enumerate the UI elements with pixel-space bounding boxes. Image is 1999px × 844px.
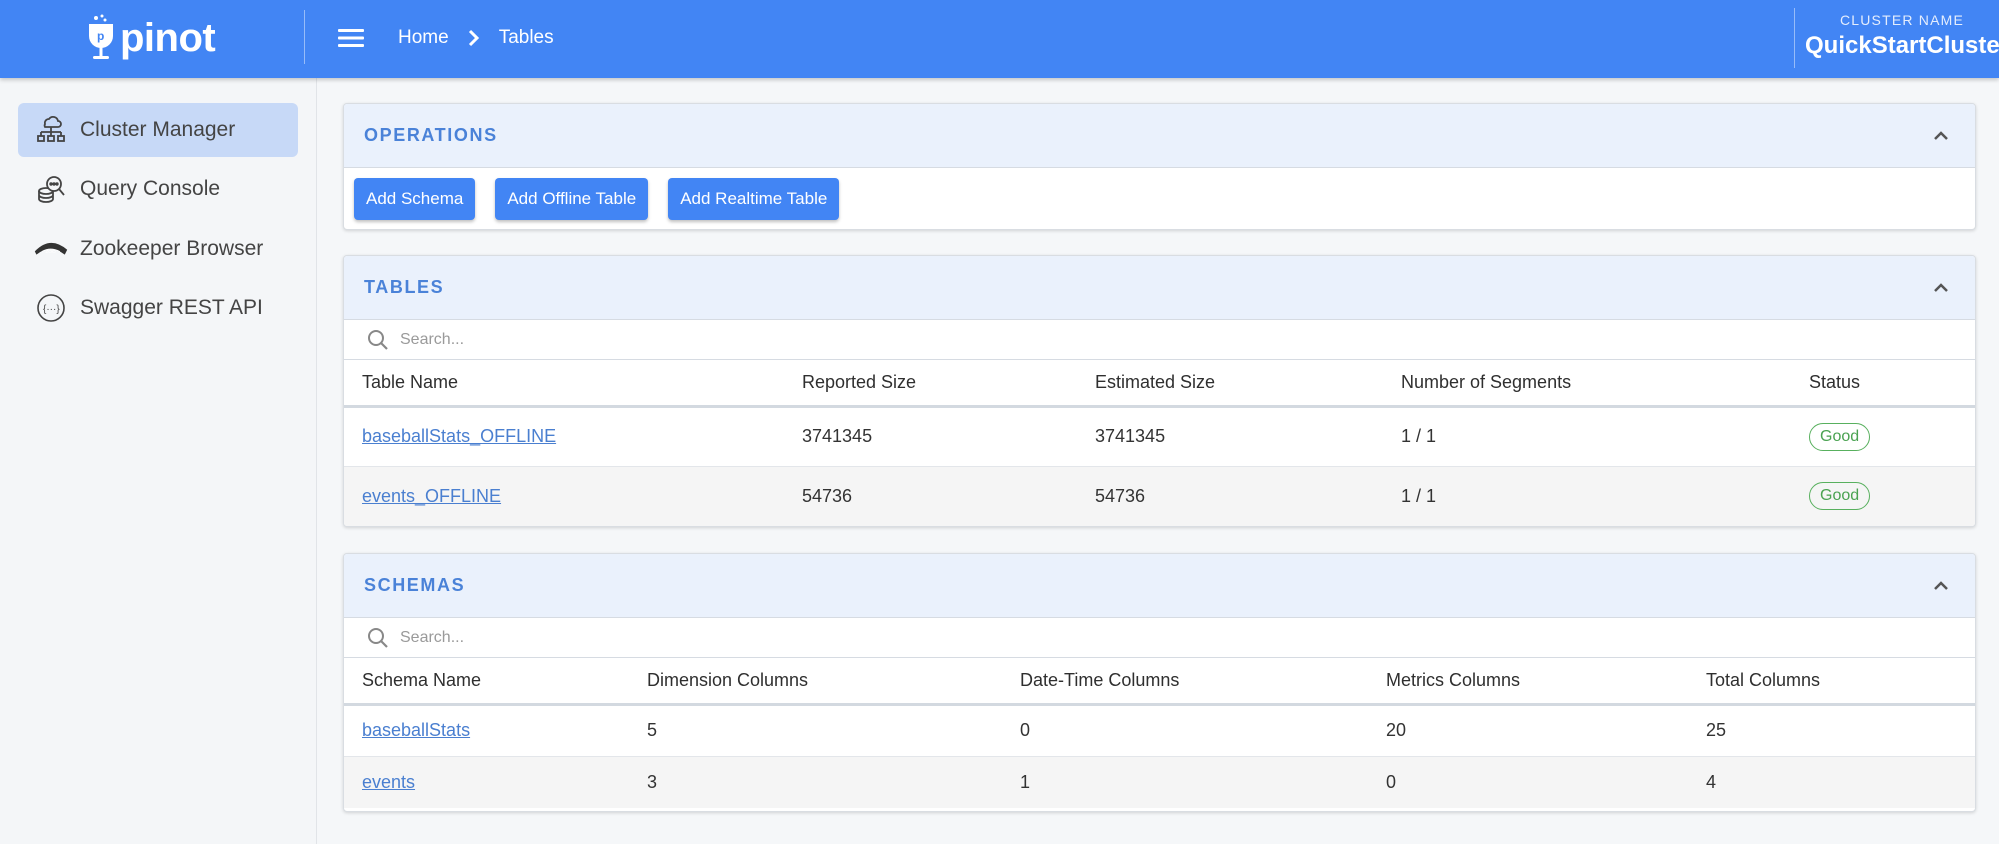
date-time-columns: 1 <box>1002 755 1368 808</box>
breadcrumb-home[interactable]: Home <box>398 27 449 49</box>
schemas-title: SCHEMAS <box>364 575 466 595</box>
operations-card: OPERATIONS Add Schema Add Offline Table … <box>343 103 1976 230</box>
estimated-size: 54736 <box>1077 465 1383 526</box>
sidebar-item-query-console[interactable]: Query Console <box>18 162 298 216</box>
search-icon <box>368 329 388 350</box>
sidebar-item-label: Swagger REST API <box>80 296 263 319</box>
dimension-columns: 5 <box>647 720 658 740</box>
reported-size: 54736 <box>784 465 1077 526</box>
wine-glass-icon: p <box>89 14 113 59</box>
tables-search-input[interactable] <box>400 330 1000 349</box>
tables-header[interactable]: TABLES <box>344 256 1975 320</box>
total-columns: 4 <box>1688 755 1975 808</box>
number-of-segments: 1 / 1 <box>1401 426 1437 446</box>
chevron-up-icon <box>1934 283 1948 292</box>
column-header-dimension-columns[interactable]: Dimension Columns <box>629 658 1002 706</box>
svg-text:p: p <box>97 29 104 43</box>
table-name-link[interactable]: baseballStats_OFFLINE <box>362 426 556 446</box>
collapse-schemas-button[interactable] <box>1929 574 1953 598</box>
svg-text:{···}: {···} <box>43 304 60 315</box>
search-icon <box>368 627 388 648</box>
table-row: baseballStats_OFFLINE 3741345 3741345 1 … <box>344 406 1975 466</box>
column-header-reported-size[interactable]: Reported Size <box>784 360 1077 408</box>
api-icon: {···} <box>34 291 68 325</box>
number-of-segments: 1 / 1 <box>1383 465 1791 526</box>
sidebar-item-label: Query Console <box>80 177 221 200</box>
cluster-icon <box>34 113 68 147</box>
tables-card: TABLES Table Name Reported Size Estimate… <box>343 255 1976 527</box>
zookeeper-icon: ZOO <box>34 232 68 266</box>
tables-title: TABLES <box>364 277 445 297</box>
schemas-card: SCHEMAS Schema Name Dimension Columns Da… <box>343 553 1976 812</box>
menu-toggle-button[interactable] <box>336 24 366 52</box>
metrics-columns: 20 <box>1386 720 1407 740</box>
sidebar-item-cluster-manager[interactable]: Cluster Manager <box>18 103 298 157</box>
sidebar-item-zookeeper-browser[interactable]: ZOO Zookeeper Browser <box>18 222 298 276</box>
schemas-header[interactable]: SCHEMAS <box>344 554 1975 618</box>
breadcrumb: Home Tables <box>398 22 554 54</box>
operations-header[interactable]: OPERATIONS <box>344 104 1975 168</box>
operations-actions: Add Schema Add Offline Table Add Realtim… <box>344 168 1975 229</box>
schemas-search-input[interactable] <box>400 628 1000 647</box>
status-badge: Good <box>1809 422 1871 451</box>
chevron-up-icon <box>1934 581 1948 590</box>
svg-text:ZOO: ZOO <box>45 249 56 255</box>
breadcrumb-tables[interactable]: Tables <box>499 27 554 49</box>
chevron-right-icon <box>468 29 479 47</box>
chevron-up-icon <box>1934 131 1948 140</box>
schema-name-link[interactable]: baseballStats <box>362 720 470 740</box>
hamburger-menu-icon <box>338 29 364 47</box>
sidebar: Cluster Manager Query Console ZOO Zookee… <box>0 78 317 844</box>
add-offline-table-button[interactable]: Add Offline Table <box>495 178 649 220</box>
column-header-schema-name[interactable]: Schema Name <box>344 658 629 706</box>
sidebar-item-swagger-rest-api[interactable]: {···} Swagger REST API <box>18 281 298 335</box>
column-header-table-name[interactable]: Table Name <box>344 360 784 408</box>
reported-size: 3741345 <box>802 426 873 446</box>
cluster-info: CLUSTER NAME QuickStartCluster <box>1794 8 1999 68</box>
column-header-total-columns[interactable]: Total Columns <box>1688 658 1975 706</box>
table-header-row: Table Name Reported Size Estimated Size … <box>344 360 1975 408</box>
operations-title: OPERATIONS <box>364 125 498 145</box>
status-badge: Good <box>1809 482 1871 511</box>
column-header-estimated-size[interactable]: Estimated Size <box>1077 360 1383 408</box>
table-header-row: Schema Name Dimension Columns Date-Time … <box>344 658 1975 706</box>
column-header-metrics-columns[interactable]: Metrics Columns <box>1368 658 1688 706</box>
pinot-logo[interactable]: p pinot <box>86 10 216 66</box>
cluster-name-label: CLUSTER NAME <box>1839 12 1965 28</box>
cluster-name-value: QuickStartCluster <box>1805 32 1999 59</box>
table-row: baseballStats 5 0 20 25 <box>344 704 1975 756</box>
table-row: events 3 1 0 4 <box>344 755 1975 808</box>
column-header-status[interactable]: Status <box>1791 360 1975 408</box>
column-header-date-time-columns[interactable]: Date-Time Columns <box>1002 658 1368 706</box>
estimated-size: 3741345 <box>1095 426 1166 446</box>
add-realtime-table-button[interactable]: Add Realtime Table <box>668 178 840 220</box>
sidebar-item-label: Zookeeper Browser <box>80 237 264 260</box>
date-time-columns: 0 <box>1020 720 1031 740</box>
collapse-tables-button[interactable] <box>1929 276 1953 300</box>
top-app-bar: p pinot Home Tables CLUSTER NAME QuickSt… <box>0 0 1999 78</box>
add-schema-button[interactable]: Add Schema <box>354 178 476 220</box>
schemas-search <box>344 618 1975 658</box>
tables-table: Table Name Reported Size Estimated Size … <box>344 360 1975 526</box>
schemas-table: Schema Name Dimension Columns Date-Time … <box>344 658 1975 808</box>
dimension-columns: 3 <box>629 755 1002 808</box>
query-icon <box>34 172 68 206</box>
collapse-operations-button[interactable] <box>1929 124 1953 148</box>
sidebar-item-label: Cluster Manager <box>80 118 236 141</box>
column-header-number-of-segments[interactable]: Number of Segments <box>1383 360 1791 408</box>
header-divider <box>304 10 305 64</box>
metrics-columns: 0 <box>1368 755 1688 808</box>
tables-search <box>344 320 1975 360</box>
logo-text: pinot <box>120 15 216 60</box>
schema-name-link[interactable]: events <box>362 772 415 792</box>
table-row: events_OFFLINE 54736 54736 1 / 1 Good <box>344 465 1975 526</box>
table-name-link[interactable]: events_OFFLINE <box>362 486 501 506</box>
total-columns: 25 <box>1706 720 1727 740</box>
